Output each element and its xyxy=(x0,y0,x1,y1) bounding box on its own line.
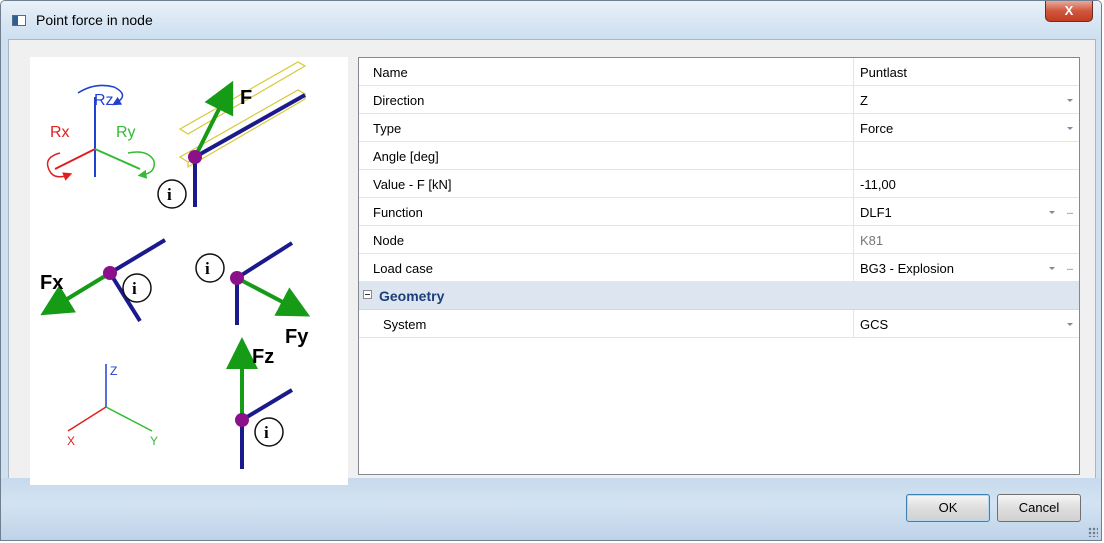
svg-text:Z: Z xyxy=(110,364,117,378)
property-label: Value - F [kN] xyxy=(373,177,452,192)
property-row-load-case[interactable]: Load case BG3 - Explosion... xyxy=(359,254,1079,282)
beam-force-icon: i F xyxy=(157,61,307,209)
property-value: BG3 - Explosion xyxy=(860,261,954,276)
function-ellipsis-button[interactable]: ... xyxy=(1062,203,1077,219)
property-row-function[interactable]: Function DLF1... xyxy=(359,198,1079,226)
svg-text:i: i xyxy=(132,279,137,298)
svg-text:i: i xyxy=(167,185,172,204)
section-label: Geometry xyxy=(379,288,445,304)
property-label: Function xyxy=(373,205,423,220)
force-illustration: Rz Rx Ry i F i Fx i Fy Z X Y i Fz xyxy=(30,57,348,485)
force-z-icon: i Fz xyxy=(226,337,294,469)
property-label: Name xyxy=(373,65,408,80)
svg-text:i: i xyxy=(264,423,269,442)
force-x-icon: i Fx xyxy=(40,238,167,323)
property-label: Direction xyxy=(373,93,425,108)
illustration-svg: Rz Rx Ry i F i Fx i Fy Z X Y i Fz xyxy=(40,61,311,469)
window-icon xyxy=(12,15,26,26)
property-value: Z xyxy=(860,93,868,108)
property-value: GCS xyxy=(860,317,889,332)
chevron-down-icon[interactable] xyxy=(1063,93,1077,107)
svg-text:i: i xyxy=(205,259,210,278)
chevron-down-icon[interactable] xyxy=(1045,261,1059,275)
svg-text:F: F xyxy=(240,87,252,109)
property-value: DLF1 xyxy=(860,205,892,220)
angle-field[interactable] xyxy=(853,142,1079,170)
axis-system-icon: Z X Y xyxy=(67,364,158,448)
property-value: Force xyxy=(860,121,894,136)
property-row-value[interactable]: Value - F [kN] -11,00 xyxy=(359,170,1079,198)
svg-text:Fy: Fy xyxy=(285,326,309,348)
chevron-down-icon[interactable] xyxy=(1063,317,1077,331)
name-field[interactable]: Puntlast xyxy=(853,58,1079,86)
load-case-select[interactable]: BG3 - Explosion... xyxy=(853,254,1079,282)
property-grid: Name Puntlast Direction Z Type Force Ang… xyxy=(358,57,1080,475)
node-field: K81 xyxy=(853,226,1079,254)
property-label: System xyxy=(383,317,427,332)
resize-grip-icon[interactable] xyxy=(1088,527,1098,537)
type-select[interactable]: Force xyxy=(853,114,1079,142)
force-value-field[interactable]: -11,00 xyxy=(853,170,1079,198)
svg-text:Rz: Rz xyxy=(94,92,114,109)
svg-text:X: X xyxy=(67,434,75,448)
property-value: K81 xyxy=(860,233,884,248)
window-title: Point force in node xyxy=(36,12,153,28)
ok-button[interactable]: OK xyxy=(906,494,990,522)
property-row-name[interactable]: Name Puntlast xyxy=(359,58,1079,86)
property-label: Node xyxy=(373,233,405,248)
property-value: -11,00 xyxy=(860,177,896,192)
load-case-ellipsis-button[interactable]: ... xyxy=(1062,259,1077,275)
property-row-node[interactable]: Node K81 xyxy=(359,226,1079,254)
section-geometry[interactable]: Geometry xyxy=(359,282,1079,310)
svg-text:Y: Y xyxy=(150,434,158,448)
force-y-icon: i Fy xyxy=(195,241,311,348)
property-row-system[interactable]: System GCS xyxy=(359,310,1079,338)
property-value: Puntlast xyxy=(860,65,907,80)
property-label: Load case xyxy=(373,261,433,276)
collapse-icon[interactable] xyxy=(363,290,372,299)
function-select[interactable]: DLF1... xyxy=(853,198,1079,226)
cancel-button[interactable]: Cancel xyxy=(997,494,1081,522)
chevron-down-icon[interactable] xyxy=(1063,121,1077,135)
property-row-type[interactable]: Type Force xyxy=(359,114,1079,142)
svg-text:Fz: Fz xyxy=(252,346,274,368)
property-row-angle[interactable]: Angle [deg] xyxy=(359,142,1079,170)
property-row-direction[interactable]: Direction Z xyxy=(359,86,1079,114)
property-label: Angle [deg] xyxy=(373,149,439,164)
svg-text:Ry: Ry xyxy=(116,124,136,141)
rotation-symbols-icon: Rz Rx Ry xyxy=(46,84,155,181)
title-bar[interactable]: Point force in node X xyxy=(1,1,1101,39)
system-select[interactable]: GCS xyxy=(853,310,1079,338)
direction-select[interactable]: Z xyxy=(853,86,1079,114)
chevron-down-icon[interactable] xyxy=(1045,205,1059,219)
property-label: Type xyxy=(373,121,402,136)
close-button[interactable]: X xyxy=(1045,1,1093,22)
svg-text:Rx: Rx xyxy=(50,124,70,141)
svg-text:Fx: Fx xyxy=(40,272,63,294)
